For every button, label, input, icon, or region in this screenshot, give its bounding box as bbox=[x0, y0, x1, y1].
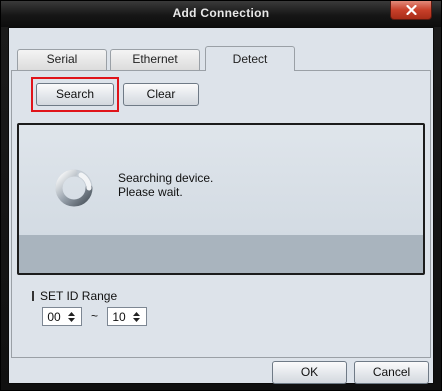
tab-detect[interactable]: Detect bbox=[205, 46, 295, 71]
set-id-from-stepper[interactable]: 00 bbox=[42, 307, 82, 326]
arrow-down-icon[interactable] bbox=[67, 317, 75, 322]
loading-spinner-icon bbox=[55, 169, 93, 207]
search-status-area: Searching device. Please wait. bbox=[19, 125, 423, 235]
tab-serial[interactable]: Serial bbox=[17, 49, 107, 70]
set-id-to-stepper[interactable]: 10 bbox=[107, 307, 147, 326]
dialog-body: Serial Ethernet Detect Search Clear Sear… bbox=[8, 27, 434, 384]
set-id-to-value[interactable]: 10 bbox=[108, 310, 130, 324]
status-message-line1: Searching device. bbox=[118, 171, 214, 185]
arrow-down-icon[interactable] bbox=[132, 317, 140, 322]
detect-panel: Search Clear Searching device. Please wa… bbox=[11, 70, 431, 358]
close-button[interactable] bbox=[390, 1, 432, 20]
search-button[interactable]: Search bbox=[36, 83, 114, 106]
title-bar[interactable]: Add Connection bbox=[1, 1, 441, 27]
tab-ethernet[interactable]: Ethernet bbox=[110, 49, 200, 70]
set-id-range-label: SET ID Range bbox=[40, 289, 118, 303]
range-separator: ~ bbox=[91, 309, 99, 323]
tab-strip: Serial Ethernet Detect bbox=[11, 46, 431, 71]
add-connection-dialog: Add Connection Serial Ethernet Detect Se… bbox=[0, 0, 442, 391]
arrow-up-icon[interactable] bbox=[67, 311, 75, 316]
ok-button[interactable]: OK bbox=[272, 361, 347, 384]
clear-button[interactable]: Clear bbox=[123, 83, 199, 106]
set-id-from-arrows[interactable] bbox=[65, 308, 77, 325]
close-icon bbox=[405, 5, 417, 15]
status-footer-band bbox=[19, 235, 423, 273]
section-marker bbox=[32, 291, 34, 301]
arrow-up-icon[interactable] bbox=[132, 311, 140, 316]
cancel-button[interactable]: Cancel bbox=[354, 361, 429, 384]
set-id-from-value[interactable]: 00 bbox=[43, 310, 65, 324]
set-id-to-arrows[interactable] bbox=[130, 308, 142, 325]
status-message-line2: Please wait. bbox=[118, 185, 183, 199]
dialog-title: Add Connection bbox=[172, 6, 270, 20]
device-list-panel: Searching device. Please wait. bbox=[17, 123, 425, 275]
